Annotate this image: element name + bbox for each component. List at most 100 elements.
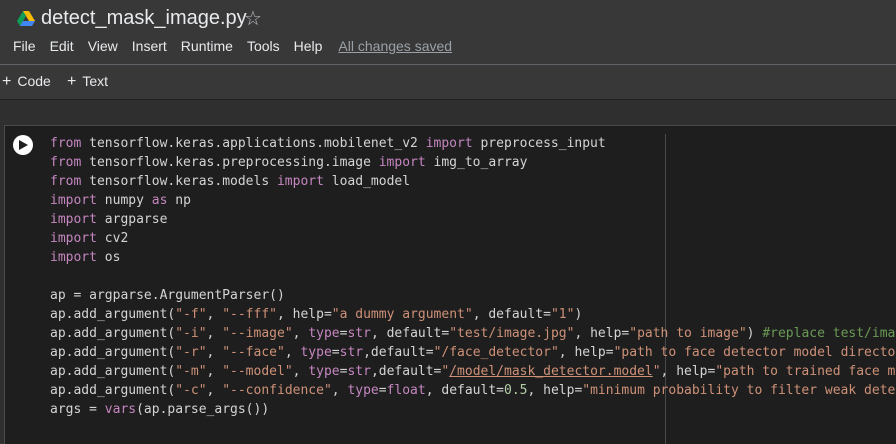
code-editor[interactable]: from tensorflow.keras.applications.mobil… — [50, 134, 896, 419]
menu-file[interactable]: File — [13, 38, 36, 54]
code-token: ap.add_argument( — [50, 307, 176, 322]
code-token: args = — [50, 402, 105, 417]
code-token: import — [50, 193, 97, 208]
code-token: "1" — [550, 307, 575, 322]
menu-edit[interactable]: Edit — [50, 38, 74, 54]
code-line[interactable]: import os — [50, 248, 896, 267]
code-token: " — [652, 364, 661, 379]
code-token: "-m" — [175, 364, 207, 379]
code-token: import — [50, 250, 97, 265]
code-token: img_to_array — [425, 155, 528, 170]
toolbar: + Code + Text — [0, 65, 896, 99]
code-token: load_model — [323, 174, 411, 189]
code-token: , help= — [558, 345, 614, 360]
code-line[interactable] — [50, 267, 896, 286]
code-token: "-r" — [175, 345, 207, 360]
code-token: str — [339, 345, 364, 360]
code-token: , — [292, 364, 309, 379]
code-token: , default= — [370, 326, 450, 341]
code-token: import — [50, 231, 97, 246]
code-token: = — [378, 383, 387, 398]
code-token: preprocess_input — [472, 136, 606, 151]
code-line[interactable]: from tensorflow.keras.applications.mobil… — [50, 134, 896, 153]
code-token: str — [347, 364, 371, 379]
add-text-label: Text — [82, 73, 109, 89]
code-token: from — [50, 174, 82, 189]
notebook-content: from tensorflow.keras.applications.mobil… — [0, 100, 896, 444]
code-token: , — [206, 364, 223, 379]
star-icon[interactable]: ☆ — [244, 6, 262, 31]
code-line[interactable]: ap.add_argument("-r", "--face", type=str… — [50, 343, 896, 362]
header: detect_mask_image.py ☆ File Edit View In… — [0, 0, 896, 64]
code-token: ap.add_argument( — [50, 326, 176, 341]
code-token: float — [386, 383, 426, 398]
code-token: import — [425, 136, 473, 151]
add-text-button[interactable]: + Text — [67, 73, 108, 91]
drive-logo-icon[interactable] — [17, 11, 35, 27]
code-token: cv2 — [96, 231, 129, 246]
code-line[interactable]: import numpy as np — [50, 191, 896, 210]
code-token: "--face" — [222, 345, 285, 360]
code-line[interactable]: args = vars(ap.parse_args()) — [50, 400, 896, 419]
code-token: , — [206, 383, 223, 398]
code-line[interactable]: ap.add_argument("-m", "--model", type=st… — [50, 362, 896, 381]
code-token: , default= — [472, 307, 551, 322]
code-token: , — [206, 307, 223, 322]
code-token: ,default= — [363, 345, 434, 360]
code-token: tensorflow.keras.preprocessing.image — [81, 155, 379, 170]
code-token: (ap.parse_args()) — [136, 402, 270, 417]
code-token: tensorflow.keras.models — [81, 174, 277, 189]
code-line[interactable]: from tensorflow.keras.models import load… — [50, 172, 896, 191]
code-line[interactable]: import cv2 — [50, 229, 896, 248]
code-token: os — [96, 250, 121, 265]
code-token: vars — [104, 402, 137, 417]
notebook-title[interactable]: detect_mask_image.py — [41, 7, 247, 30]
code-token: "-c" — [175, 383, 207, 398]
code-token: = — [331, 345, 340, 360]
code-token: , — [331, 383, 348, 398]
code-token: 0.5 — [504, 383, 528, 398]
code-token: "test/image.jpg" — [449, 326, 575, 341]
code-token: "--image" — [222, 326, 293, 341]
code-token: argparse — [96, 212, 168, 227]
code-token: , help= — [574, 326, 630, 341]
code-line[interactable]: import argparse — [50, 210, 896, 229]
add-code-label: Code — [17, 73, 51, 89]
menu-bar: File Edit View Insert Runtime Tools Help… — [13, 38, 452, 54]
code-line[interactable]: from tensorflow.keras.preprocessing.imag… — [50, 153, 896, 172]
code-token: ,default= — [370, 364, 442, 379]
save-status-link[interactable]: All changes saved — [338, 38, 452, 54]
code-line[interactable]: ap.add_argument("-f", "--fff", help="a d… — [50, 305, 896, 324]
code-line[interactable]: ap.add_argument("-i", "--image", type=st… — [50, 324, 896, 343]
menu-view[interactable]: View — [88, 38, 118, 54]
code-token: tensorflow.keras.applications.mobilenet_… — [81, 136, 426, 151]
code-token: as — [151, 193, 168, 208]
code-token: from — [50, 136, 82, 151]
code-token: ap = argparse.ArgumentParser() — [50, 288, 285, 303]
code-token: , — [206, 345, 223, 360]
code-token: "path to image" — [629, 326, 747, 341]
code-token: , default= — [425, 383, 504, 398]
code-token: ap.add_argument( — [50, 383, 176, 398]
code-token: str — [347, 326, 371, 341]
code-cell[interactable]: from tensorflow.keras.applications.mobil… — [4, 125, 896, 444]
code-token: "--confidence" — [222, 383, 332, 398]
menu-runtime[interactable]: Runtime — [181, 38, 233, 54]
code-token: "a dummy argument" — [331, 307, 473, 322]
code-token: import — [50, 212, 97, 227]
run-cell-button[interactable] — [13, 135, 33, 155]
play-icon — [19, 140, 28, 150]
menu-help[interactable]: Help — [294, 38, 323, 54]
code-line[interactable]: ap.add_argument("-c", "--confidence", ty… — [50, 381, 896, 400]
code-token: ap.add_argument( — [50, 345, 176, 360]
code-token: type — [308, 364, 340, 379]
code-token: import — [276, 174, 324, 189]
menu-tools[interactable]: Tools — [247, 38, 280, 54]
add-code-button[interactable]: + Code — [2, 73, 51, 91]
code-token: type — [347, 383, 379, 398]
code-token: , — [206, 326, 223, 341]
code-line[interactable]: ap = argparse.ArgumentParser() — [50, 286, 896, 305]
code-token: import — [378, 155, 426, 170]
menu-insert[interactable]: Insert — [132, 38, 167, 54]
code-token: "--fff" — [222, 307, 277, 322]
